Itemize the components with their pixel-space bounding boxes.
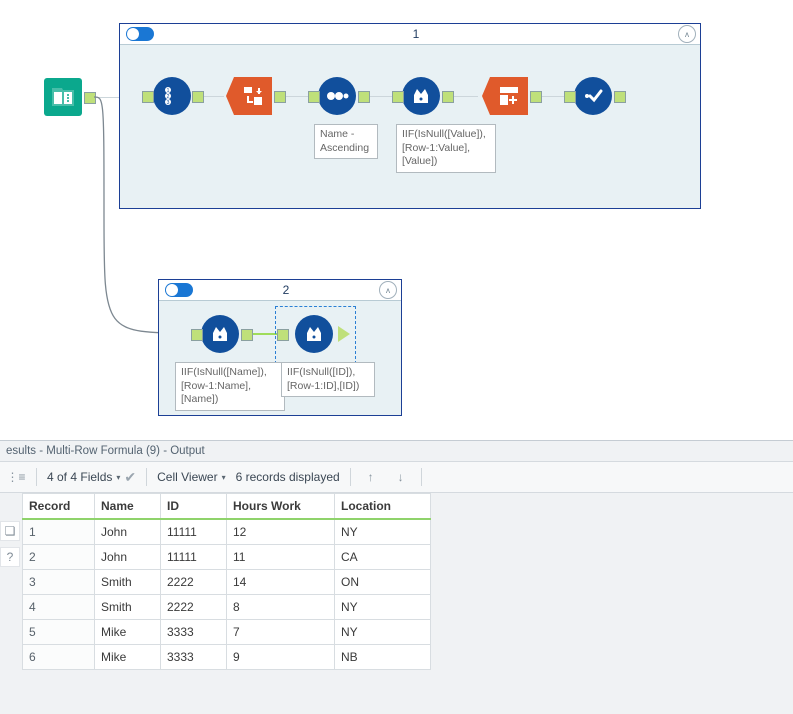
anchor-output[interactable]: [530, 91, 542, 103]
table-row[interactable]: 1John1111112NY: [23, 519, 431, 545]
results-grid[interactable]: Record Name ID Hours Work Location 1John…: [22, 493, 431, 670]
disable-toggle[interactable]: [126, 27, 154, 41]
annotation-multirow-name: IIF(IsNull([Name]),[Row-1:Name],[Name]): [175, 362, 285, 411]
record-id-icon: 123: [153, 77, 191, 115]
table-row[interactable]: 6Mike33339NB: [23, 645, 431, 670]
tool-transpose[interactable]: [234, 77, 272, 115]
col-location[interactable]: Location: [335, 494, 431, 520]
separator: [36, 468, 37, 486]
tool-multi-row-formula-id[interactable]: [295, 315, 333, 353]
svg-text:3: 3: [167, 100, 170, 106]
cell-viewer-dropdown[interactable]: Cell Viewer ▾: [157, 470, 225, 484]
multi-row-formula-icon: [402, 77, 440, 115]
chevron-up-icon[interactable]: ʌ: [678, 25, 696, 43]
anchor-input[interactable]: [308, 91, 320, 103]
anchor-input[interactable]: [392, 91, 404, 103]
caret-down-icon: ▾: [116, 473, 120, 482]
arrow-down-icon[interactable]: ↓: [391, 467, 411, 487]
wire: [253, 333, 277, 335]
caret-down-icon: ▾: [222, 473, 226, 482]
cell-viewer-label: Cell Viewer: [157, 470, 217, 484]
field-count-label: 4 of 4 Fields: [47, 470, 112, 484]
row-tag-icon[interactable]: ❏: [0, 521, 20, 541]
col-id[interactable]: ID: [161, 494, 227, 520]
table-header-row[interactable]: Record Name ID Hours Work Location: [23, 494, 431, 520]
anchor-output[interactable]: [614, 91, 626, 103]
workflow-canvas[interactable]: 1 ʌ 123 Name - Ascending: [0, 0, 793, 440]
annotation-multirow-id: IIF(IsNull([ID]),[Row-1:ID],[ID]): [281, 362, 375, 397]
wire: [204, 96, 224, 97]
tool-container-1[interactable]: 1 ʌ 123 Name - Ascending: [119, 23, 701, 209]
anchor-output[interactable]: [358, 91, 370, 103]
annotation-multirow: IIF(IsNull([Value]),[Row-1:Value],[Value…: [396, 124, 496, 173]
anchor-input[interactable]: [277, 329, 289, 341]
separator: [146, 468, 147, 486]
anchor-output[interactable]: [274, 91, 286, 103]
container-title: 1: [154, 27, 678, 41]
separator: [350, 468, 351, 486]
results-grid-wrapper: ❏ ? Record Name ID Hours Work Location 1…: [0, 493, 793, 670]
results-pane: esults - Multi-Row Formula (9) - Output …: [0, 440, 793, 714]
anchor-output[interactable]: [84, 92, 96, 104]
anchor-output[interactable]: [442, 91, 454, 103]
col-record[interactable]: Record: [23, 494, 95, 520]
container-header[interactable]: 2 ʌ: [159, 280, 401, 301]
actions-menu-icon[interactable]: ⋮≡: [6, 467, 26, 487]
container-header[interactable]: 1 ʌ: [120, 24, 700, 45]
container-title: 2: [193, 283, 379, 297]
table-row[interactable]: 3Smith222214ON: [23, 570, 431, 595]
col-name[interactable]: Name: [95, 494, 161, 520]
wire: [542, 96, 566, 97]
wire: [454, 96, 478, 97]
anchor-output[interactable]: [338, 326, 350, 342]
check-icon: ✔: [124, 469, 136, 486]
multi-row-formula-icon: [295, 315, 333, 353]
tool-container-2[interactable]: 2 ʌ IIF(IsNull([Name]),[Row-1:Name],[Nam…: [158, 279, 402, 416]
select-icon: [574, 77, 612, 115]
tool-sort[interactable]: [318, 77, 356, 115]
cross-tab-icon: [490, 77, 528, 115]
col-hours-work[interactable]: Hours Work: [227, 494, 335, 520]
tool-cross-tab[interactable]: [490, 77, 528, 115]
annotation-sort: Name - Ascending: [314, 124, 378, 159]
anchor-input[interactable]: [191, 329, 203, 341]
wire: [286, 96, 310, 97]
results-toolbar: ⋮≡ 4 of 4 Fields ▾ ✔ Cell Viewer ▾ 6 rec…: [0, 461, 793, 493]
multi-row-formula-icon: [201, 315, 239, 353]
tool-input-data[interactable]: [44, 78, 82, 116]
disable-toggle[interactable]: [165, 283, 193, 297]
wire: [370, 96, 394, 97]
arrow-up-icon[interactable]: ↑: [361, 467, 381, 487]
table-row[interactable]: 2John1111111CA: [23, 545, 431, 570]
separator: [421, 468, 422, 486]
tool-select[interactable]: [574, 77, 612, 115]
table-row[interactable]: 5Mike33337NY: [23, 620, 431, 645]
anchor-input[interactable]: [142, 91, 154, 103]
wire: [96, 97, 120, 98]
tool-record-id[interactable]: 123: [153, 77, 191, 115]
table-row[interactable]: 4Smith22228NY: [23, 595, 431, 620]
results-title: esults - Multi-Row Formula (9) - Output: [0, 441, 793, 461]
records-displayed-label: 6 records displayed: [236, 470, 340, 484]
chevron-up-icon[interactable]: ʌ: [379, 281, 397, 299]
anchor-output[interactable]: [241, 329, 253, 341]
help-icon[interactable]: ?: [0, 547, 20, 567]
input-data-icon: [44, 78, 82, 116]
tool-multi-row-formula-name[interactable]: [201, 315, 239, 353]
anchor-input[interactable]: [564, 91, 576, 103]
anchor-output[interactable]: [192, 91, 204, 103]
tool-multi-row-formula[interactable]: [402, 77, 440, 115]
transpose-icon: [234, 77, 272, 115]
field-count-dropdown[interactable]: 4 of 4 Fields ▾ ✔: [47, 469, 136, 486]
sort-icon: [318, 77, 356, 115]
